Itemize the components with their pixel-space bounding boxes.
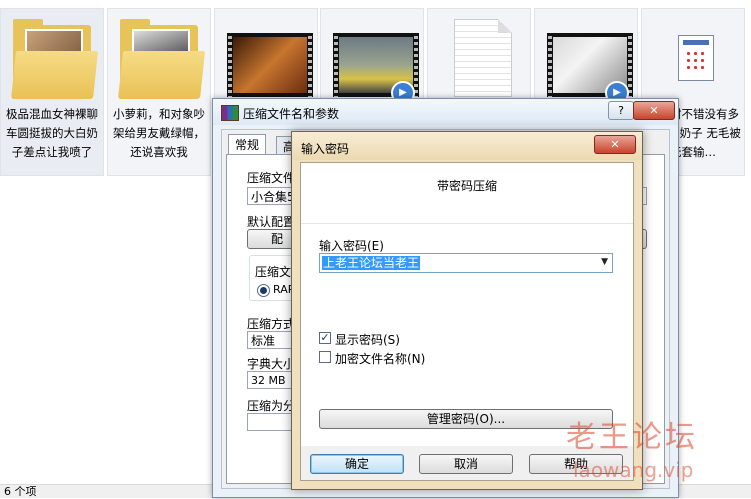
password-input[interactable]: 上老王论坛当老王 ▼ [319,253,613,273]
document-icon [438,15,520,101]
dialog-titlebar: 输入密码 ✕ [292,132,642,160]
dialog-body: 带密码压缩 输入密码(E) 上老王论坛当老王 ▼ ✓ 显示密码(S) 加密文件名… [300,162,634,447]
dialog-heading: 带密码压缩 [436,179,497,193]
video-thumbnail-icon: ▶ [545,15,633,105]
dictionary-size-label: 字典大小 [247,357,296,371]
encrypt-filenames-checkbox[interactable] [319,351,331,363]
winrar-icon [221,105,239,121]
split-volume-label: 压缩为分 [247,399,296,413]
file-tile-folder-2[interactable]: 小萝莉，和对象吵架给男友戴绿帽，还说喜欢我 [107,8,211,176]
dialog-titlebar: 压缩文件名和参数 ? ✕ [213,99,678,125]
password-value: 上老王论坛当老王 [322,256,421,270]
method-label: 压缩方式 [247,317,296,331]
show-password-label: 显示密码(S) [335,333,400,347]
item-count: 6 个项 [4,485,37,498]
watermark-url: laowang.vip [573,458,694,482]
close-button[interactable]: ✕ [594,135,636,154]
help-title-button[interactable]: ? [608,101,634,120]
password-label: 输入密码(E) [319,239,384,253]
ok-button[interactable]: 确定 [310,454,404,474]
rar-radio[interactable] [257,284,270,297]
dropdown-arrow-icon[interactable]: ▼ [601,257,608,267]
folder-icon [11,15,99,101]
close-button[interactable]: ✕ [633,101,675,120]
file-tile-folder-1[interactable]: 极品混血女神裸聊车圆挺拔的大白奶子差点让我喷了 [0,8,104,176]
divider [301,223,633,224]
file-name: 小萝莉，和对象吵架给男友戴绿帽，还说喜欢我 [113,107,205,159]
file-name: 极品混血女神裸聊车圆挺拔的大白奶子差点让我喷了 [6,107,98,159]
video-thumbnail-icon [225,15,313,101]
show-password-checkbox[interactable]: ✓ [319,332,331,344]
dialog-title: 输入密码 [301,142,350,156]
dialog-title: 压缩文件名和参数 [243,107,340,121]
application-icon [652,15,734,101]
archive-name-label: 压缩文件 [247,171,296,185]
cancel-button[interactable]: 取消 [419,454,513,474]
encrypt-filenames-label: 加密文件名称(N) [335,352,426,366]
default-profile-label: 默认配置 [247,215,296,229]
video-thumbnail-icon: ▶ [331,15,419,105]
folder-icon [118,15,206,101]
tab-general[interactable]: 常规 [228,134,267,155]
watermark-logo-text: 老王论坛 [566,420,698,455]
